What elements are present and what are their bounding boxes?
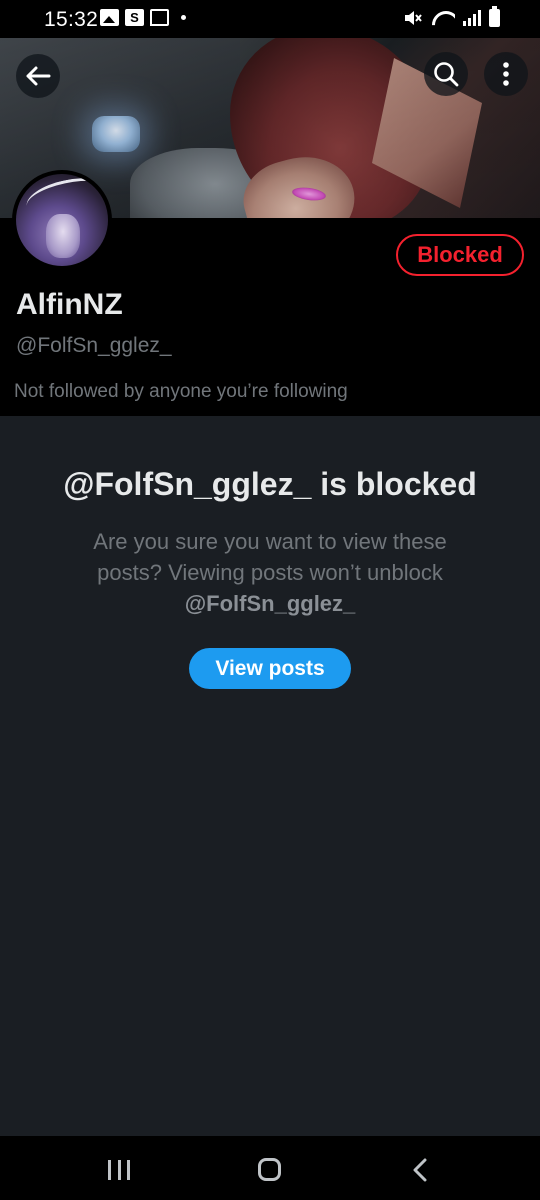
more-options-button[interactable]	[484, 52, 528, 96]
gallery-icon	[100, 9, 119, 26]
status-time: 15:32	[44, 8, 99, 31]
search-button[interactable]	[424, 52, 468, 96]
signal-icon	[463, 10, 481, 26]
blocked-message-text: Are you sure you want to view these post…	[93, 529, 447, 585]
blocked-panel: @FolfSn_gglez_ is blocked Are you sure y…	[0, 416, 540, 1136]
recents-button[interactable]	[108, 1160, 130, 1180]
blocked-button[interactable]: Blocked	[396, 234, 524, 276]
twitch-icon	[150, 9, 169, 26]
arrow-left-icon	[26, 66, 51, 86]
recents-icon	[108, 1160, 111, 1180]
display-name: AlfinNZ	[16, 288, 123, 321]
more-vertical-icon	[503, 62, 509, 86]
system-icons	[403, 6, 500, 27]
battery-icon	[489, 6, 500, 27]
home-button[interactable]	[258, 1158, 281, 1181]
blocked-message-handle: @FolfSn_gglez_	[184, 591, 356, 616]
s-app-icon: S	[125, 9, 144, 26]
search-icon	[434, 62, 459, 87]
notification-icons: S	[100, 9, 186, 26]
wifi-icon	[431, 9, 455, 27]
avatar[interactable]	[12, 170, 112, 270]
followed-by-text: Not followed by anyone you’re following	[14, 381, 348, 402]
blocked-title: @FolfSn_gglez_ is blocked	[63, 466, 477, 502]
status-bar: 15:32 S	[0, 0, 540, 38]
back-button[interactable]	[16, 54, 60, 98]
avatar-image	[16, 174, 108, 266]
user-handle: @FolfSn_gglez_	[16, 334, 172, 357]
view-posts-button[interactable]: View posts	[189, 648, 351, 689]
more-notifications-dot-icon	[181, 15, 186, 20]
blocked-message: Are you sure you want to view these post…	[60, 526, 480, 619]
navigation-bar	[0, 1136, 540, 1200]
nav-back-button[interactable]	[412, 1158, 428, 1182]
mute-icon	[405, 11, 422, 25]
